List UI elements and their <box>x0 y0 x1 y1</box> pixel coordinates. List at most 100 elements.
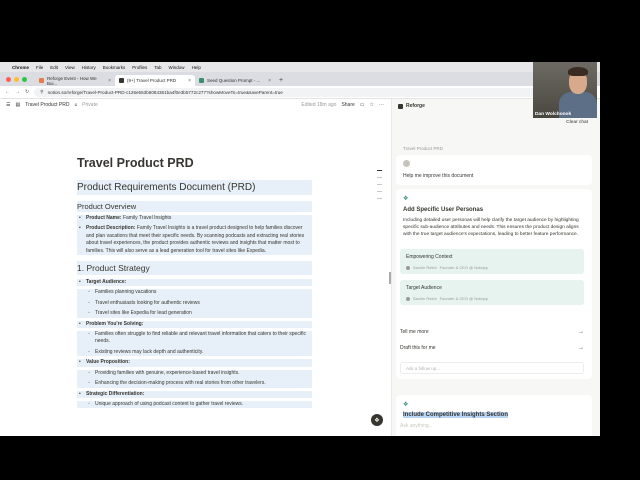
panel-context-label: Travel Product PRD <box>403 146 443 151</box>
strategy-list: Value Proposition: <box>77 359 312 367</box>
list-item[interactable]: Target Audience: <box>77 279 312 287</box>
reference-role: Founder & CEO @ Notejoy <box>439 296 488 301</box>
prd-heading[interactable]: Product Requirements Document (PRD) <box>77 180 312 195</box>
back-icon[interactable]: ← <box>5 89 10 95</box>
menu-tab[interactable]: Tab <box>154 65 161 70</box>
close-icon[interactable]: × <box>188 78 191 84</box>
close-icon[interactable]: × <box>268 78 271 84</box>
user-message-text: Help me improve this document <box>403 173 474 179</box>
menu-app-name[interactable]: Chrome <box>12 65 29 70</box>
menu-icon[interactable]: ☰ <box>6 102 10 108</box>
user-avatar <box>403 160 410 167</box>
response-title: Include Competitive Insights Section <box>403 412 509 418</box>
url-text: notion.so/reforge/Travel-Product-PRD-c12… <box>47 89 283 95</box>
reference-card[interactable]: Target Audience Sachin Rekhi Founder & CE… <box>400 280 584 305</box>
list-item[interactable]: Product Description: Family Travel Insig… <box>77 225 312 255</box>
privacy-label[interactable]: Private <box>82 102 98 108</box>
panel-title: Reforge <box>398 103 425 109</box>
tab-label: Reforge Event - How We Bui... <box>47 75 97 86</box>
list-item[interactable]: Product Name: Family Travel Insights <box>77 215 312 223</box>
reload-icon[interactable]: ↻ <box>25 89 29 95</box>
draft-this-button[interactable]: Draft this for me → <box>400 343 584 353</box>
menu-edit[interactable]: Edit <box>50 65 58 70</box>
author-avatar <box>406 296 410 301</box>
author-avatar <box>406 265 410 270</box>
menu-history[interactable]: History <box>82 65 96 70</box>
user-message: Help me improve this document <box>396 155 592 185</box>
strategy-list: Problem You're Solving: <box>77 320 312 329</box>
address-toolbar: ← → ↻ ⚲ notion.so/reforge/Travel-Product… <box>0 86 600 99</box>
new-tab-button[interactable]: + <box>279 77 283 84</box>
list-item[interactable]: Problem You're Solving: <box>77 321 312 329</box>
list-item[interactable]: Enhancing the decision-making process wi… <box>77 380 312 388</box>
reference-author: Sachin Rekhi <box>413 296 437 301</box>
clear-chat-button[interactable]: Clear chat <box>566 120 588 125</box>
minimize-window-button[interactable] <box>14 77 19 82</box>
favicon-icon <box>199 78 204 83</box>
reforge-floating-button[interactable]: ❖ <box>371 414 383 426</box>
webcam-overlay: Dan Wolchonok <box>533 62 597 118</box>
reference-author: Sachin Rekhi <box>413 265 437 270</box>
list-item[interactable]: Providing families with genuine, experie… <box>77 370 312 378</box>
breadcrumb[interactable]: Travel Product PRD <box>25 102 69 108</box>
problem-sublist: Families often struggle to find reliable… <box>77 331 312 357</box>
list-item[interactable]: Value Proposition: <box>77 359 312 367</box>
close-icon[interactable]: × <box>108 78 111 84</box>
strategy-heading[interactable]: 1. Product Strategy <box>77 261 312 276</box>
share-button[interactable]: Share <box>341 102 354 108</box>
tab-reforge-event[interactable]: Reforge Event - How We Bui... × <box>35 75 115 86</box>
response-title: Add Specific User Personas <box>403 207 484 213</box>
tab-seed-question[interactable]: Seed Question Prompt - ... × <box>195 75 275 86</box>
overview-heading[interactable]: Product Overview <box>77 201 312 212</box>
menu-file[interactable]: File <box>36 65 43 70</box>
comments-icon[interactable]: ▭ <box>360 102 365 108</box>
list-item[interactable]: Strategic Differentiation: <box>77 391 312 399</box>
menu-profiles[interactable]: Profiles <box>132 65 147 70</box>
reference-title: Target Audience <box>406 285 442 291</box>
audience-sublist: Families planning vacations Travel enthu… <box>77 289 312 318</box>
strategy-list: Target Audience: <box>77 279 312 287</box>
forward-icon[interactable]: → <box>15 89 20 95</box>
tab-travel-product-prd[interactable]: (9+) Travel Product PRD × <box>115 75 195 86</box>
zoom-window-button[interactable] <box>22 77 27 82</box>
edited-timestamp: Edited 18m ago <box>301 102 337 108</box>
arrow-right-icon: → <box>578 329 584 335</box>
list-item[interactable]: Unique approach of using podcast content… <box>77 401 312 409</box>
menu-bookmarks[interactable]: Bookmarks <box>103 65 126 70</box>
arrow-right-icon: → <box>578 345 584 351</box>
lock-icon: 🔒︎ <box>74 102 78 108</box>
url-field[interactable]: ⚲ notion.so/reforge/Travel-Product-PRD-c… <box>34 87 553 97</box>
chat-input[interactable]: Ask anything... <box>400 423 584 429</box>
document-body: Travel Product PRD Product Requirements … <box>0 111 390 436</box>
site-info-icon[interactable]: ⚲ <box>40 89 43 95</box>
list-item[interactable]: Existing reviews may lack depth and auth… <box>77 349 312 357</box>
menu-window[interactable]: Window <box>169 65 185 70</box>
notion-topbar: ☰ ▤ Travel Product PRD 🔒︎ Private Edited… <box>0 99 390 111</box>
tab-strip: Reforge Event - How We Bui... × (9+) Tra… <box>0 72 600 86</box>
close-window-button[interactable] <box>6 77 11 82</box>
more-icon[interactable]: ⋯ <box>379 102 384 108</box>
list-item[interactable]: Families often struggle to find reliable… <box>77 331 312 346</box>
menu-help[interactable]: Help <box>192 65 201 70</box>
webcam-name-label: Dan Wolchonok <box>535 112 572 117</box>
reference-role: Founder & CEO @ Notejoy <box>439 265 488 270</box>
tab-label: Seed Question Prompt - ... <box>207 78 261 83</box>
page-icon: ▤ <box>15 102 21 108</box>
table-of-contents-rail[interactable] <box>377 170 382 199</box>
value-sublist: Providing families with genuine, experie… <box>77 369 312 388</box>
list-item[interactable]: Travel sites like Expedia for lead gener… <box>77 310 312 318</box>
strategy-list: Strategic Differentiation: <box>77 390 312 399</box>
window-controls <box>6 77 27 82</box>
ai-response: ❖ Include Competitive Insights Section <box>396 395 592 436</box>
reference-card[interactable]: Empowering Context Sachin Rekhi Founder &… <box>400 249 584 274</box>
response-body: Including detailed user personas will he… <box>403 218 579 238</box>
star-icon[interactable]: ☆ <box>370 102 374 108</box>
tell-me-more-button[interactable]: Tell me more → <box>400 327 584 337</box>
list-item[interactable]: Travel enthusiasts looking for authentic… <box>77 300 312 308</box>
ai-assistant-panel: Reforge Travel Product PRD Clear chat He… <box>391 99 600 436</box>
menu-view[interactable]: View <box>65 65 75 70</box>
list-item[interactable]: Families planning vacations <box>77 289 312 297</box>
page-title[interactable]: Travel Product PRD <box>77 156 390 170</box>
reference-title: Empowering Context <box>406 254 453 260</box>
followup-input[interactable]: Ask a follow up... <box>400 362 584 374</box>
